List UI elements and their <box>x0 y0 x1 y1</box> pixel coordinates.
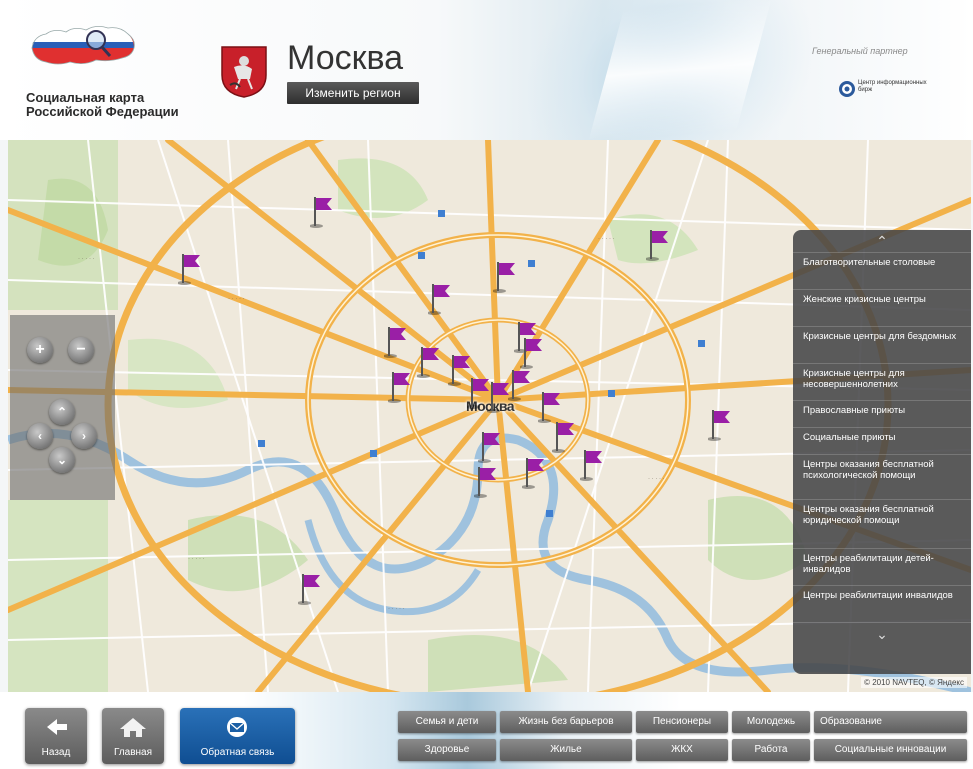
category-item[interactable]: Благотворительные столовые <box>793 252 971 289</box>
header: Социальная карта Российской Федерации Мо… <box>0 0 973 140</box>
tag-health[interactable]: Здоровье <box>398 739 496 761</box>
moscow-coat-of-arms-icon <box>221 46 267 98</box>
map-location-flag-icon[interactable] <box>551 420 580 454</box>
tag-housing[interactable]: Жилье <box>500 739 632 761</box>
map-location-flag-icon[interactable] <box>492 260 521 294</box>
map-location-flag-icon[interactable] <box>383 325 412 359</box>
map-location-flag-icon[interactable] <box>309 195 338 229</box>
tag-education[interactable]: Образование <box>814 711 967 733</box>
back-label: Назад <box>41 747 71 758</box>
map-location-flag-icon[interactable] <box>387 370 416 404</box>
category-item[interactable]: Социальные приюты <box>793 427 971 454</box>
category-panel: ⌃ Благотворительные столовые Женские кри… <box>793 230 971 674</box>
zoom-in-button[interactable]: + <box>27 337 53 363</box>
pan-down-button[interactable]: ⌄ <box>49 447 75 473</box>
map-location-flag-icon[interactable] <box>519 336 548 370</box>
map-navigation-control: + − ⌃ ‹ › ⌄ <box>10 315 115 500</box>
svg-text:· · · · ·: · · · · · <box>228 296 245 302</box>
map-location-flag-icon[interactable] <box>521 456 550 490</box>
pan-up-button[interactable]: ⌃ <box>49 399 75 425</box>
feedback-button[interactable]: Обратная связь <box>180 708 295 764</box>
map-location-flag-icon[interactable] <box>427 282 456 316</box>
map-location-flag-icon[interactable] <box>645 228 674 262</box>
zoom-out-button[interactable]: − <box>68 337 94 363</box>
home-label: Главная <box>113 747 153 758</box>
home-icon <box>120 718 146 737</box>
category-item[interactable]: Кризисные центры для несовершеннолетних <box>793 363 971 400</box>
category-scroll-down-button[interactable]: ⌄ <box>793 622 971 645</box>
partner-name: Центр информационных бирж <box>858 80 927 93</box>
map-location-flag-icon[interactable] <box>537 390 566 424</box>
map-location-flag-icon[interactable] <box>477 430 506 464</box>
category-item[interactable]: Женские кризисные центры <box>793 289 971 326</box>
back-button[interactable]: Назад <box>25 708 87 764</box>
tag-youth[interactable]: Молодежь <box>732 711 810 733</box>
tag-work[interactable]: Работа <box>732 739 810 761</box>
arrow-left-icon <box>47 719 67 735</box>
tag-barrier-free[interactable]: Жизнь без барьеров <box>500 711 632 733</box>
partner-logo-icon[interactable] <box>838 80 856 98</box>
tag-utilities[interactable]: ЖКХ <box>636 739 728 761</box>
map-location-flag-icon[interactable] <box>579 448 608 482</box>
category-scroll-up-button[interactable]: ⌃ <box>793 230 971 252</box>
svg-text:· · · · ·: · · · · · <box>598 236 615 242</box>
map-location-flag-icon[interactable] <box>507 368 536 402</box>
pan-right-button[interactable]: › <box>71 423 97 449</box>
svg-text:· · · · ·: · · · · · <box>388 606 405 612</box>
envelope-icon <box>227 717 247 737</box>
map-location-flag-icon[interactable] <box>416 345 445 379</box>
category-item[interactable]: Центры оказания бесплатной психологическ… <box>793 454 971 499</box>
pan-left-button[interactable]: ‹ <box>27 423 53 449</box>
map-location-flag-icon[interactable] <box>707 408 736 442</box>
map-location-flag-icon[interactable] <box>177 252 206 286</box>
map-location-flag-icon[interactable] <box>473 465 502 499</box>
category-item[interactable]: Кризисные центры для бездомных <box>793 326 971 363</box>
tag-social-innovations[interactable]: Социальные инновации <box>814 739 967 761</box>
category-item[interactable]: Центры оказания бесплатной юридической п… <box>793 499 971 548</box>
tag-pensioners[interactable]: Пенсионеры <box>636 711 728 733</box>
map-view[interactable]: · · · · · · · · · · · · · · · · · · · · · … <box>8 140 971 692</box>
region-title: Москва <box>287 39 404 77</box>
russia-map-logo-icon[interactable] <box>24 18 144 78</box>
svg-text:· · · · ·: · · · · · <box>188 556 205 562</box>
footer: Назад Главная Обратная связь Семья и дет… <box>0 692 973 769</box>
tag-family[interactable]: Семья и дети <box>398 711 496 733</box>
map-location-flag-icon[interactable] <box>297 572 326 606</box>
logo-title: Социальная карта Российской Федерации <box>26 90 179 119</box>
map-copyright[interactable]: © 2010 NAVTEQ, © Яндекс <box>861 677 967 688</box>
category-item[interactable]: Центры реабилитации инвалидов <box>793 585 971 622</box>
category-item[interactable]: Православные приюты <box>793 400 971 427</box>
change-region-button[interactable]: Изменить регион <box>287 82 419 104</box>
home-button[interactable]: Главная <box>102 708 164 764</box>
svg-text:· · · · ·: · · · · · <box>648 476 665 482</box>
svg-text:· · · · ·: · · · · · <box>78 256 95 262</box>
category-item[interactable]: Центры реабилитации детей-инвалидов <box>793 548 971 585</box>
feedback-label: Обратная связь <box>200 747 275 758</box>
partner-caption: Генеральный партнер <box>812 46 908 56</box>
